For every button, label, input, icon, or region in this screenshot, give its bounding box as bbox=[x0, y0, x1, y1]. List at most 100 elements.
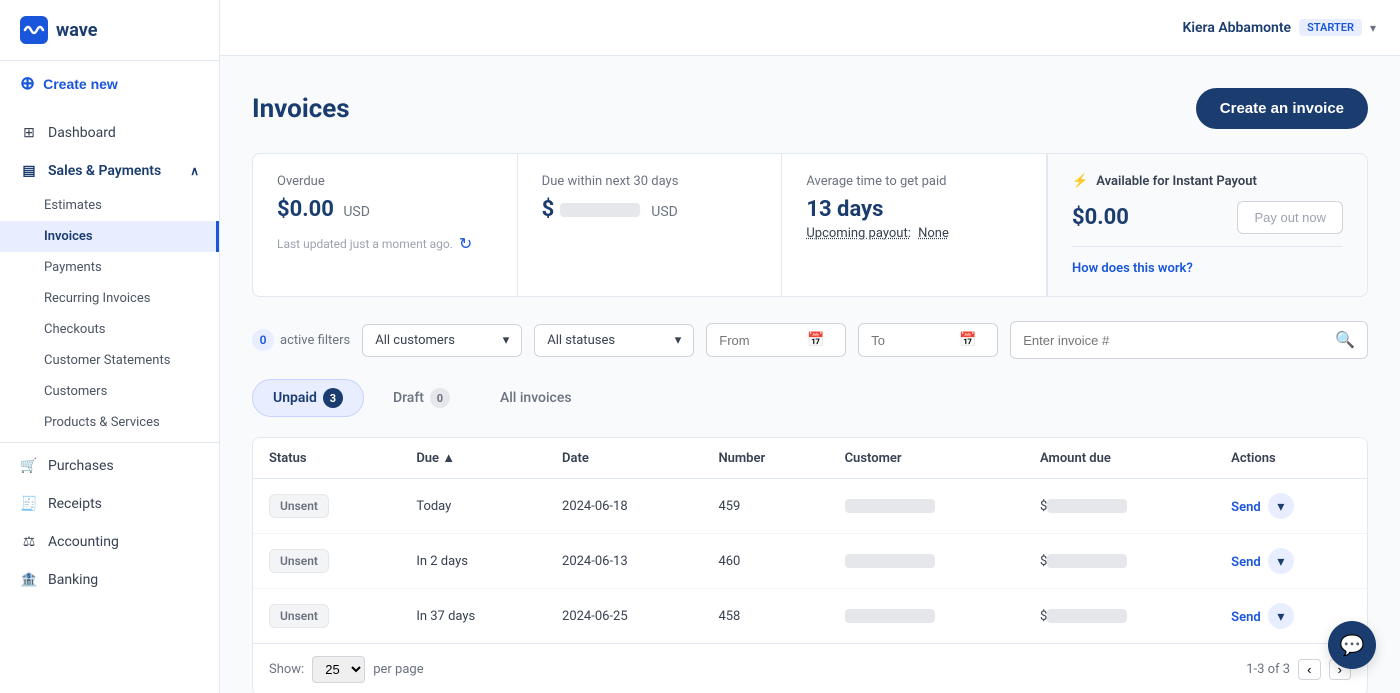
upcoming-payout: Upcoming payout: None bbox=[806, 226, 1022, 241]
main-content: Invoices Create an invoice Overdue $0.00… bbox=[220, 56, 1400, 693]
receipts-icon: 🧾 bbox=[20, 495, 38, 513]
sidebar-item-purchases[interactable]: 🛒 Purchases bbox=[0, 447, 219, 485]
tab-all-invoices[interactable]: All invoices bbox=[479, 379, 593, 417]
due-cell: In 2 days bbox=[400, 534, 546, 589]
due-cell: In 37 days bbox=[400, 589, 546, 644]
accounting-icon: ⚖ bbox=[20, 533, 38, 551]
send-action[interactable]: Send bbox=[1231, 500, 1261, 515]
invoice-number-search[interactable]: 🔍 bbox=[1010, 321, 1368, 359]
date-cell: 2024-06-13 bbox=[546, 534, 702, 589]
user-badge: STARTER bbox=[1299, 19, 1362, 36]
create-invoice-button[interactable]: Create an invoice bbox=[1196, 88, 1368, 129]
tab-unpaid[interactable]: Unpaid 3 bbox=[252, 379, 364, 417]
show-per-page: Show: 25 per page bbox=[269, 656, 424, 683]
table-row: Unsent In 2 days 2024-06-13 460 $ Send ▾ bbox=[253, 534, 1367, 589]
dashboard-icon: ⊞ bbox=[20, 124, 38, 142]
sidebar-item-estimates[interactable]: Estimates bbox=[0, 190, 219, 221]
filter-count: 0 bbox=[252, 329, 274, 351]
status-filter[interactable]: All statuses ▾ bbox=[534, 324, 694, 357]
sidebar-item-customers[interactable]: Customers bbox=[0, 376, 219, 407]
last-updated: Last updated just a moment ago. ↻ bbox=[277, 234, 493, 253]
invoice-number-input[interactable] bbox=[1023, 333, 1327, 348]
sidebar-item-customer-statements[interactable]: Customer Statements bbox=[0, 345, 219, 376]
table-footer: Show: 25 per page 1-3 of 3 ‹ › bbox=[253, 643, 1367, 693]
page-header: Invoices Create an invoice bbox=[252, 88, 1368, 129]
action-dropdown-button[interactable]: ▾ bbox=[1268, 603, 1294, 629]
status-badge: Unsent bbox=[269, 604, 329, 628]
action-dropdown-button[interactable]: ▾ bbox=[1268, 548, 1294, 574]
avg-time-value: 13 days bbox=[806, 197, 1022, 222]
refresh-icon[interactable]: ↻ bbox=[459, 234, 472, 253]
to-date-input[interactable] bbox=[871, 333, 951, 348]
sidebar-item-checkouts[interactable]: Checkouts bbox=[0, 314, 219, 345]
customer-cell bbox=[829, 479, 1024, 534]
chat-button[interactable]: 💬 bbox=[1328, 621, 1376, 669]
sidebar-item-products-services[interactable]: Products & Services bbox=[0, 407, 219, 438]
sidebar-item-banking[interactable]: 🏦 Banking bbox=[0, 561, 219, 599]
pay-out-now-button[interactable]: Pay out now bbox=[1237, 201, 1343, 234]
customer-filter[interactable]: All customers ▾ bbox=[362, 324, 522, 357]
invoices-table: Status Due ▲ Date Number Customer Amount… bbox=[253, 438, 1367, 643]
customer-blurred bbox=[845, 554, 935, 568]
filters-row: 0 active filters All customers ▾ All sta… bbox=[252, 321, 1368, 359]
user-info[interactable]: Kiera Abbamonte STARTER ▾ bbox=[1182, 19, 1376, 36]
nav-section: ⊞ Dashboard ▤ Sales & Payments ∧ Estimat… bbox=[0, 106, 219, 607]
calendar-icon[interactable]: 📅 bbox=[959, 332, 976, 348]
sidebar-item-recurring-invoices[interactable]: Recurring Invoices bbox=[0, 283, 219, 314]
payout-row: $0.00 Pay out now bbox=[1072, 201, 1343, 234]
calendar-icon[interactable]: 📅 bbox=[807, 332, 824, 348]
to-date-filter[interactable]: 📅 bbox=[858, 323, 998, 357]
customer-blurred bbox=[845, 609, 935, 623]
logo: wave bbox=[0, 0, 219, 61]
instant-payout-label: ⚡ Available for Instant Payout bbox=[1072, 174, 1343, 189]
avg-time-label: Average time to get paid bbox=[806, 174, 1022, 189]
actions-cell: Send ▾ bbox=[1215, 479, 1367, 534]
due-30-blurred bbox=[560, 203, 640, 217]
instant-payout-card: ⚡ Available for Instant Payout $0.00 Pay… bbox=[1047, 154, 1367, 296]
col-amount: Amount due bbox=[1024, 438, 1215, 479]
wave-logo-icon bbox=[20, 16, 48, 44]
send-action[interactable]: Send bbox=[1231, 610, 1261, 625]
from-date-input[interactable] bbox=[719, 333, 799, 348]
sidebar: wave ⊕ Create new ⊞ Dashboard ▤ Sales & … bbox=[0, 0, 220, 693]
action-dropdown-button[interactable]: ▾ bbox=[1268, 493, 1294, 519]
invoices-table-container: Status Due ▲ Date Number Customer Amount… bbox=[252, 437, 1368, 693]
stat-overdue: Overdue $0.00 USD Last updated just a mo… bbox=[253, 154, 518, 296]
from-date-filter[interactable]: 📅 bbox=[706, 323, 846, 357]
status-cell: Unsent bbox=[253, 589, 400, 644]
top-bar: Kiera Abbamonte STARTER ▾ bbox=[220, 0, 1400, 56]
sidebar-item-sales-payments[interactable]: ▤ Sales & Payments ∧ bbox=[0, 152, 219, 190]
number-cell: 459 bbox=[702, 479, 828, 534]
upcoming-payout-value[interactable]: None bbox=[918, 226, 949, 241]
date-cell: 2024-06-18 bbox=[546, 479, 702, 534]
col-due[interactable]: Due ▲ bbox=[400, 438, 546, 479]
date-cell: 2024-06-25 bbox=[546, 589, 702, 644]
amount-cell: $ bbox=[1024, 589, 1215, 644]
chevron-down-icon: ▾ bbox=[675, 333, 682, 348]
status-badge: Unsent bbox=[269, 549, 329, 573]
table-row: Unsent In 37 days 2024-06-25 458 $ Send … bbox=[253, 589, 1367, 644]
amount-cell: $ bbox=[1024, 479, 1215, 534]
prev-page-button[interactable]: ‹ bbox=[1298, 659, 1320, 680]
how-does-this-work-link[interactable]: How does this work? bbox=[1072, 261, 1193, 276]
sidebar-item-dashboard[interactable]: ⊞ Dashboard bbox=[0, 114, 219, 152]
col-number: Number bbox=[702, 438, 828, 479]
send-action[interactable]: Send bbox=[1231, 555, 1261, 570]
banking-icon: 🏦 bbox=[20, 571, 38, 589]
page-title: Invoices bbox=[252, 94, 350, 124]
tabs-row: Unpaid 3 Draft 0 All invoices bbox=[252, 379, 1368, 417]
per-page-select[interactable]: 25 bbox=[312, 656, 365, 683]
sidebar-item-invoices[interactable]: Invoices bbox=[0, 221, 219, 252]
sales-icon: ▤ bbox=[20, 162, 38, 180]
create-new-button[interactable]: ⊕ Create new bbox=[0, 61, 219, 106]
sidebar-item-payments[interactable]: Payments bbox=[0, 252, 219, 283]
search-button[interactable]: 🔍 bbox=[1335, 330, 1355, 350]
plus-icon: ⊕ bbox=[20, 73, 35, 94]
chevron-up-icon: ∧ bbox=[190, 164, 199, 178]
amount-cell: $ bbox=[1024, 534, 1215, 589]
sidebar-item-receipts[interactable]: 🧾 Receipts bbox=[0, 485, 219, 523]
tab-draft[interactable]: Draft 0 bbox=[372, 379, 471, 417]
tab-draft-count: 0 bbox=[430, 388, 450, 408]
customer-blurred bbox=[845, 499, 935, 513]
sidebar-item-accounting[interactable]: ⚖ Accounting bbox=[0, 523, 219, 561]
